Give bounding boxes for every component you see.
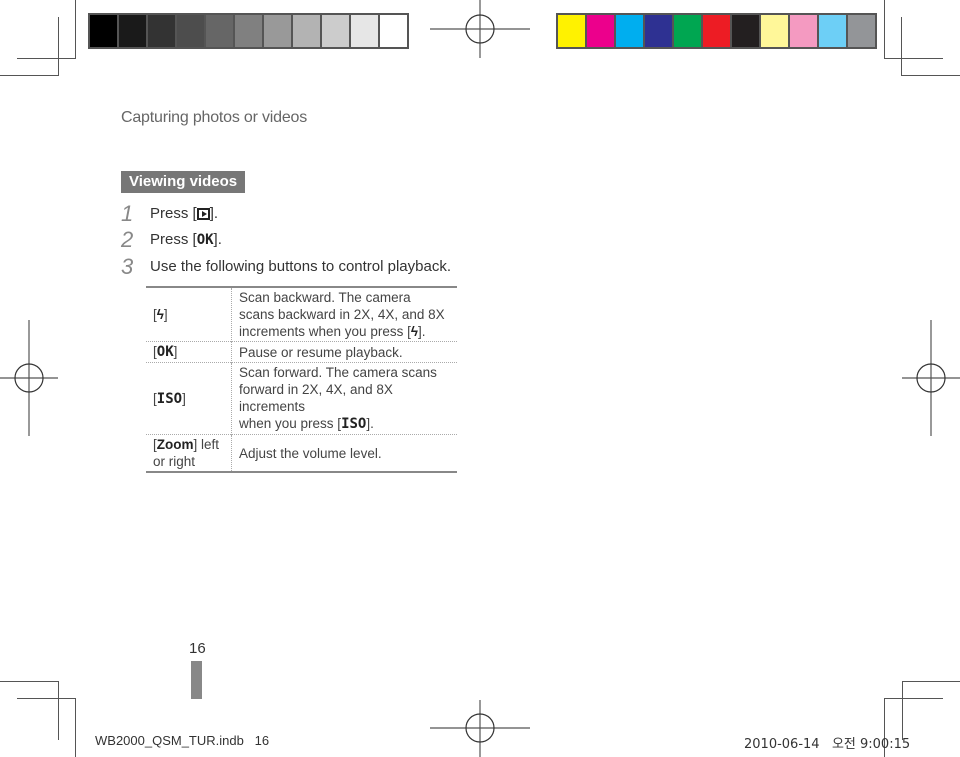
crop-mark-bottom-left-h2	[17, 698, 76, 699]
crop-mark-bottom-right-h2	[884, 698, 943, 699]
step-number: 1	[121, 201, 134, 227]
crop-mark-top-left-h1	[17, 58, 76, 59]
key-cell: [OK]	[146, 341, 232, 363]
crop-mark-bottom-left-v2	[75, 698, 76, 757]
crop-mark-bottom-left-v1	[58, 681, 59, 740]
color-swatch	[264, 15, 291, 47]
color-swatch	[761, 15, 788, 47]
crop-mark-top-left	[75, 0, 76, 58]
step-text: Use the following buttons to control pla…	[150, 258, 452, 276]
flash-icon: ϟ	[156, 307, 164, 322]
step-text: Press [	[150, 205, 197, 223]
color-swatch	[119, 15, 146, 47]
color-swatch	[819, 15, 846, 47]
table-row: [ISO] Scan forward. The camera scans for…	[146, 362, 457, 435]
desc-line: increments when you press [ϟ].	[239, 324, 426, 339]
description-cell: Pause or resume playback.	[231, 341, 457, 363]
color-swatch	[322, 15, 349, 47]
color-swatch	[558, 15, 585, 47]
section-title: Capturing photos or videos	[121, 109, 308, 126]
desc-line: Scan backward. The camera	[239, 290, 411, 305]
crop-mark-top-right-h1	[884, 58, 943, 59]
color-swatch	[206, 15, 233, 47]
description-cell: Adjust the volume level.	[231, 434, 457, 472]
color-swatch	[848, 15, 875, 47]
color-swatch	[616, 15, 643, 47]
color-swatch	[235, 15, 262, 47]
key-cell: [ISO]	[146, 362, 232, 435]
color-swatch-bar	[556, 13, 877, 49]
crop-mark-bottom-left	[0, 681, 58, 682]
registration-mark-right	[902, 320, 960, 436]
step-text-end: ].	[213, 231, 222, 249]
color-swatch	[674, 15, 701, 47]
color-swatch	[645, 15, 672, 47]
color-swatch	[90, 15, 117, 47]
iso-key-icon: ISO	[341, 416, 367, 432]
footer-timestamp: 2010-06-14 오전 9:00:15	[744, 737, 911, 752]
crop-mark-top-right-v2	[901, 17, 902, 76]
ok-key-icon: OK	[196, 232, 214, 249]
iso-key-icon: ISO	[156, 390, 183, 407]
desc-line: Scan forward. The camera scans	[239, 365, 437, 380]
desc-line: when you press [ISO].	[239, 416, 374, 432]
color-swatch	[732, 15, 759, 47]
color-swatch	[703, 15, 730, 47]
color-swatch	[587, 15, 614, 47]
desc-line: scans backward in 2X, 4X, and 8X	[239, 307, 445, 322]
step-number: 3	[121, 254, 134, 280]
crop-mark-top-left-h2	[0, 75, 58, 76]
step-text-end: ].	[209, 205, 219, 223]
page-number: 16	[189, 640, 206, 657]
flash-icon: ϟ	[410, 324, 418, 339]
registration-mark-left	[0, 320, 58, 436]
footer-file-info: WB2000_QSM_TUR.indb 16	[95, 733, 270, 748]
step-3: 3 Use the following buttons to control pl…	[121, 256, 451, 278]
table-row: [Zoom] left or right Adjust the volume l…	[146, 434, 457, 472]
zoom-key-label: Zoom	[156, 437, 194, 452]
desc-line: forward in 2X, 4X, and 8X increments	[239, 382, 393, 414]
table-row: [ϟ] Scan backward. The camera scans back…	[146, 287, 457, 342]
description-cell: Scan backward. The camera scans backward…	[232, 287, 458, 342]
table-row: [OK] Pause or resume playback.	[146, 341, 457, 363]
color-swatch	[790, 15, 817, 47]
playback-controls-table: [ϟ] Scan backward. The camera scans back…	[146, 286, 457, 473]
description-cell: Scan forward. The camera scans forward i…	[231, 362, 457, 435]
play-icon	[196, 208, 210, 221]
color-swatch	[177, 15, 204, 47]
key-cell: [Zoom] left or right	[146, 434, 232, 472]
color-swatch	[380, 15, 407, 47]
page-tab-marker	[191, 661, 202, 699]
grayscale-swatch-bar	[88, 13, 409, 49]
step-number: 2	[121, 227, 134, 253]
color-swatch	[351, 15, 378, 47]
step-2: 2 Press [OK].	[121, 229, 222, 251]
color-swatch	[148, 15, 175, 47]
registration-mark-top	[430, 0, 530, 58]
key-line: or right	[153, 454, 196, 469]
registration-mark-bottom	[430, 700, 530, 757]
step-1: 1 Press [].	[121, 203, 218, 225]
crop-mark-bottom-right-v1	[902, 681, 903, 740]
subsection-heading: Viewing videos	[121, 171, 246, 193]
crop-mark-top-right-h2	[901, 75, 960, 76]
color-swatch	[293, 15, 320, 47]
step-text: Press [	[150, 231, 197, 249]
desc-line: Pause or resume playback.	[239, 344, 403, 360]
crop-mark-bottom-right	[902, 681, 960, 682]
desc-line: Adjust the volume level.	[239, 445, 382, 461]
ok-key-icon: OK	[156, 344, 174, 360]
key-cell: [ϟ]	[146, 287, 232, 342]
crop-mark-top-left-v2	[58, 17, 59, 76]
crop-mark-top-right	[884, 0, 885, 58]
